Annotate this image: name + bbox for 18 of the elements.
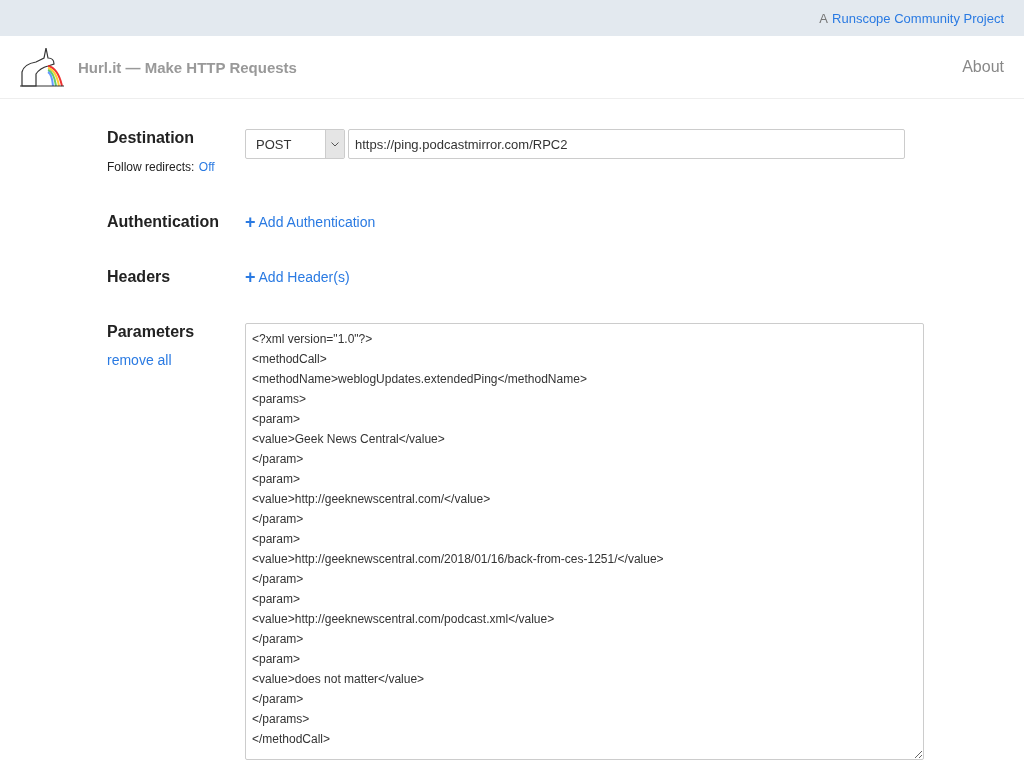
add-authentication-link[interactable]: + Add Authentication: [245, 213, 376, 231]
top-bar-prefix: A: [819, 10, 829, 26]
headers-label: Headers: [107, 268, 172, 287]
follow-redirects-toggle[interactable]: Off: [198, 160, 215, 174]
url-field[interactable]: https://ping.podcastmirror.com/RPC2: [348, 129, 905, 159]
about-link[interactable]: About: [962, 58, 1004, 76]
unicorn-rainbow-logo[interactable]: [18, 46, 66, 88]
destination-label: Destination: [107, 129, 196, 147]
caret-icon: [331, 141, 339, 147]
parameters-label: Parameters: [107, 323, 196, 341]
remove-all-link[interactable]: remove all: [107, 352, 172, 368]
method-select[interactable]: POST: [245, 129, 345, 159]
parameters-field[interactable]: <?xml version="1.0"?> <methodCall> <methodName>weblogUpdates.extendedPing</methodName> <params> <param> <value>Geek News Central</value> </param> <param> <value>http://geeknewscentral.com/</value> </param> <param> <value>http://geeknewscentral.com/2018/01/16/back-from-ces-1251/</value> </param> <param> <value>http://geeknewscentral.com/podcast.xml</value> </param> <param> <value>does not matter</value> </param> </params> </methodCall>: [245, 323, 924, 760]
community-project-link[interactable]: Runscope Community Project: [832, 10, 1004, 26]
add-headers-link[interactable]: + Add Header(s): [245, 268, 350, 286]
authentication-label: Authentication: [107, 213, 220, 232]
follow-redirects-label: Follow redirects:: [107, 160, 195, 174]
site-title: Hurl.it — Make HTTP Requests: [78, 58, 298, 76]
